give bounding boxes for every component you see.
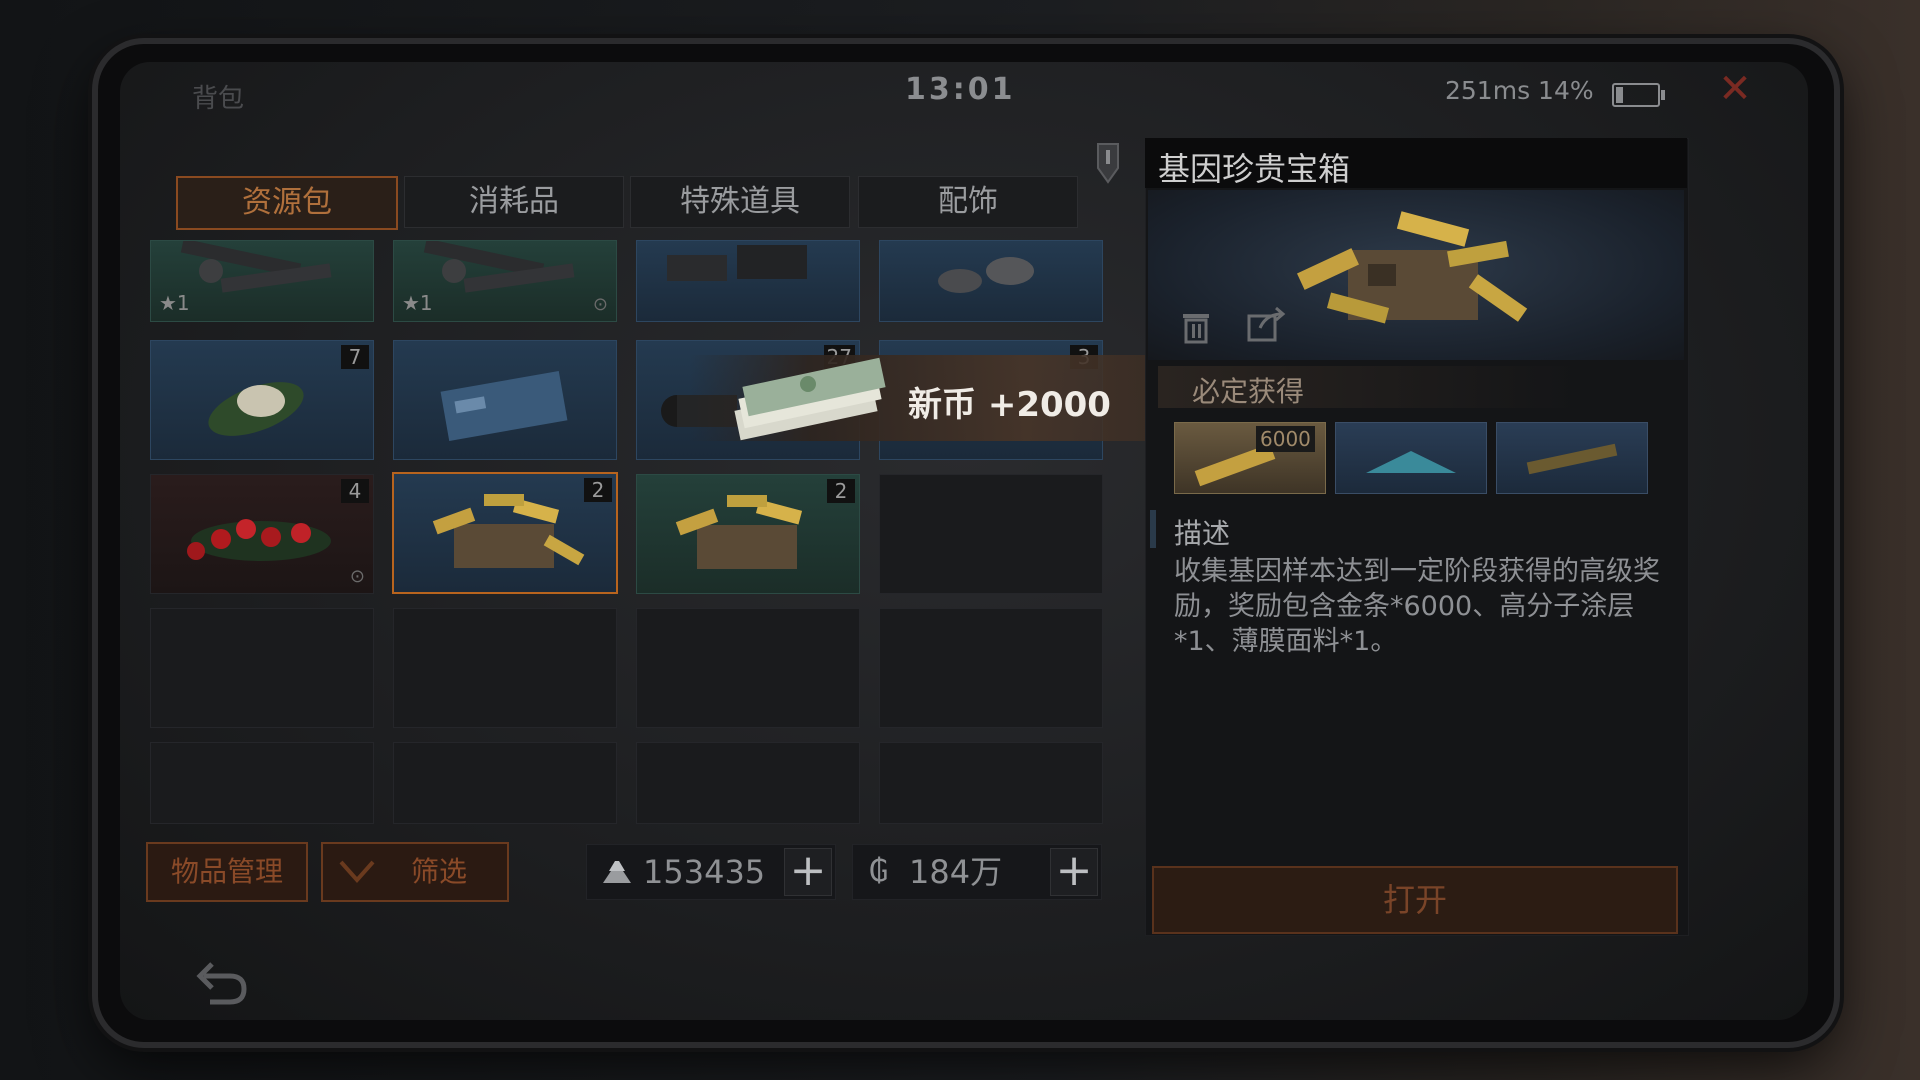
inventory-slot-empty[interactable]: [879, 608, 1103, 728]
reward-polymer-coating[interactable]: [1335, 422, 1487, 494]
star-tag: ★1: [159, 291, 190, 315]
inventory-slot-empty[interactable]: [636, 608, 860, 728]
inventory-slot[interactable]: [636, 240, 860, 322]
currency-silver-value: 153435: [643, 853, 766, 891]
chevron-down-icon: [339, 860, 375, 884]
guarantee-label: 必定获得: [1192, 375, 1305, 408]
inventory-slot[interactable]: 7: [150, 340, 374, 460]
share-icon[interactable]: [1246, 306, 1286, 342]
inventory-slot-empty[interactable]: [150, 742, 374, 824]
lock-icon: ⊙: [592, 294, 608, 315]
inventory-slot-empty[interactable]: [393, 742, 617, 824]
inventory-slot[interactable]: ★1: [150, 240, 374, 322]
desc-label: 描述: [1174, 517, 1231, 550]
manage-items-button[interactable]: 物品管理: [146, 842, 308, 902]
tab-consumables[interactable]: 消耗品: [404, 176, 624, 228]
add-coin-button[interactable]: +: [1050, 848, 1098, 896]
gold-chest-icon: [1297, 211, 1528, 324]
battery-icon: [1612, 83, 1665, 107]
currency-coin-value: 184万: [909, 853, 1003, 891]
bolts-icon: [938, 257, 1034, 293]
inventory-slot[interactable]: 2: [636, 474, 860, 594]
reward-quantity: 6000: [1256, 426, 1315, 452]
inventory-slot-empty[interactable]: [879, 742, 1103, 824]
coin-icon: ₲: [869, 854, 889, 889]
gold-chest-icon: [432, 494, 585, 568]
toast-text: 新币 +2000: [908, 385, 1111, 425]
desc-text: 收集基因样本达到一定阶段获得的高级奖励，奖励包含金条*6000、高分子涂层*1、…: [1174, 556, 1660, 657]
inventory-slot[interactable]: [393, 340, 617, 460]
inventory-slot[interactable]: 4 ⊙: [150, 474, 374, 594]
metal-parts-icon: [667, 245, 807, 281]
silver-ingot-icon: [603, 861, 631, 883]
tab-accessories[interactable]: 配饰: [858, 176, 1078, 228]
filter-label: 筛选: [411, 855, 468, 888]
cash-stack-icon: [734, 357, 886, 441]
fabric-roll-icon: [1526, 443, 1618, 475]
coating-icon: [1366, 451, 1456, 473]
inventory-slot-empty[interactable]: [150, 608, 374, 728]
inventory-slot[interactable]: [879, 240, 1103, 322]
pin-icon[interactable]: [1094, 142, 1122, 186]
detail-hero: [1148, 190, 1684, 360]
star-tag: ★1: [402, 291, 433, 315]
count-badge: 7: [341, 345, 369, 369]
inventory-slot-empty[interactable]: [636, 742, 860, 824]
add-silver-button[interactable]: +: [784, 848, 832, 896]
open-button[interactable]: 打开: [1152, 866, 1678, 934]
filter-button[interactable]: 筛选: [321, 842, 509, 902]
count-badge: 2: [827, 479, 855, 503]
lock-icon: ⊙: [349, 566, 365, 587]
detail-title: 基因珍贵宝箱: [1158, 150, 1351, 188]
inventory-slot[interactable]: ★1 ⊙: [393, 240, 617, 322]
desc-accent-bar: [1150, 510, 1156, 548]
herb-bundle-icon: [208, 382, 304, 436]
back-arrow-icon[interactable]: [190, 956, 254, 1008]
berries-icon: [187, 519, 331, 561]
close-icon[interactable]: ✕: [1718, 69, 1752, 109]
count-badge: 4: [341, 479, 369, 503]
bag-title: 背包: [192, 84, 245, 114]
trash-icon[interactable]: [1180, 310, 1212, 344]
gold-chest-icon: [675, 495, 803, 569]
clock: 13:01: [905, 72, 1016, 107]
inventory-slot-selected[interactable]: 2: [392, 472, 618, 594]
tab-special-items[interactable]: 特殊道具: [630, 176, 850, 228]
reward-membrane-fabric[interactable]: [1496, 422, 1648, 494]
blue-card-icon: [440, 370, 568, 442]
inventory-slot-empty[interactable]: [879, 474, 1103, 594]
count-badge: 2: [584, 478, 612, 502]
inventory-slot-empty[interactable]: [393, 608, 617, 728]
tab-resource-pack[interactable]: 资源包: [176, 176, 398, 230]
network-status: 251ms 14%: [1445, 76, 1594, 105]
